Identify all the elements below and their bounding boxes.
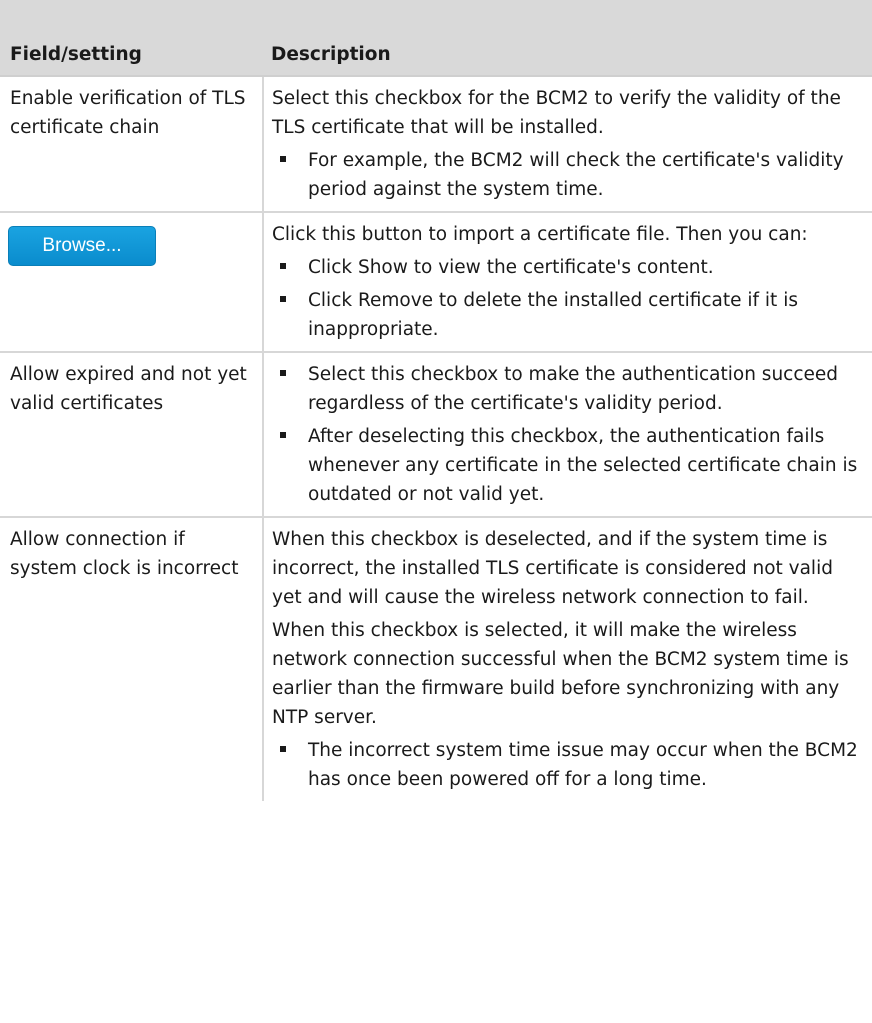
description-cell: Click this button to import a certificat… bbox=[262, 211, 872, 352]
bullet-list: For example, the BCM2 will check the cer… bbox=[272, 146, 864, 204]
bullet-text: Click Remove to delete the installed cer… bbox=[308, 290, 798, 340]
square-bullet-icon bbox=[280, 432, 286, 438]
table-row: Enable verification of TLS certificate c… bbox=[0, 75, 872, 212]
description-cell: When this checkbox is deselected, and if… bbox=[262, 516, 872, 801]
description-paragraph: Click this button to import a certificat… bbox=[272, 224, 808, 245]
bullet-list: The incorrect system time issue may occu… bbox=[272, 736, 864, 794]
field-cell: Allow expired and not yet valid certific… bbox=[0, 351, 263, 517]
square-bullet-icon bbox=[280, 370, 286, 376]
bullet-list: Click Show to view the certificate's con… bbox=[272, 253, 864, 344]
description-cell: Select this checkbox to make the authent… bbox=[262, 351, 872, 517]
field-cell: Browse... bbox=[0, 211, 263, 352]
bullet-item: The incorrect system time issue may occu… bbox=[272, 736, 864, 794]
bullet-text: The incorrect system time issue may occu… bbox=[308, 740, 858, 790]
bullet-item: After deselecting this checkbox, the aut… bbox=[272, 422, 864, 509]
table-row: Allow connection if system clock is inco… bbox=[0, 516, 872, 801]
table-row: Allow expired and not yet valid certific… bbox=[0, 351, 872, 517]
bullet-item: Select this checkbox to make the authent… bbox=[272, 360, 864, 418]
bullet-text: Select this checkbox to make the authent… bbox=[308, 364, 839, 414]
table-header-row: Field/setting Description bbox=[0, 0, 872, 77]
bullet-text: After deselecting this checkbox, the aut… bbox=[308, 426, 858, 505]
field-cell: Enable verification of TLS certificate c… bbox=[0, 75, 263, 212]
square-bullet-icon bbox=[280, 156, 286, 162]
description-paragraph: Select this checkbox for the BCM2 to ver… bbox=[272, 88, 841, 138]
bullet-item: For example, the BCM2 will check the cer… bbox=[272, 146, 864, 204]
description-paragraph: When this checkbox is selected, it will … bbox=[272, 620, 849, 728]
description-paragraph: When this checkbox is deselected, and if… bbox=[272, 529, 833, 608]
header-field-setting: Field/setting bbox=[0, 0, 263, 77]
bullet-item: Click Remove to delete the installed cer… bbox=[272, 286, 864, 344]
bullet-item: Click Show to view the certificate's con… bbox=[272, 253, 864, 282]
browse-button[interactable]: Browse... bbox=[8, 226, 156, 266]
table-row: Browse... Click this button to import a … bbox=[0, 211, 872, 352]
settings-table: Field/setting Description Enable verific… bbox=[0, 0, 872, 801]
bullet-list: Select this checkbox to make the authent… bbox=[272, 360, 864, 509]
square-bullet-icon bbox=[280, 263, 286, 269]
square-bullet-icon bbox=[280, 296, 286, 302]
bullet-text: Click Show to view the certificate's con… bbox=[308, 257, 714, 278]
bullet-text: For example, the BCM2 will check the cer… bbox=[308, 150, 844, 200]
header-description: Description bbox=[263, 0, 872, 77]
square-bullet-icon bbox=[280, 746, 286, 752]
field-cell: Allow connection if system clock is inco… bbox=[0, 516, 263, 801]
description-cell: Select this checkbox for the BCM2 to ver… bbox=[262, 75, 872, 212]
